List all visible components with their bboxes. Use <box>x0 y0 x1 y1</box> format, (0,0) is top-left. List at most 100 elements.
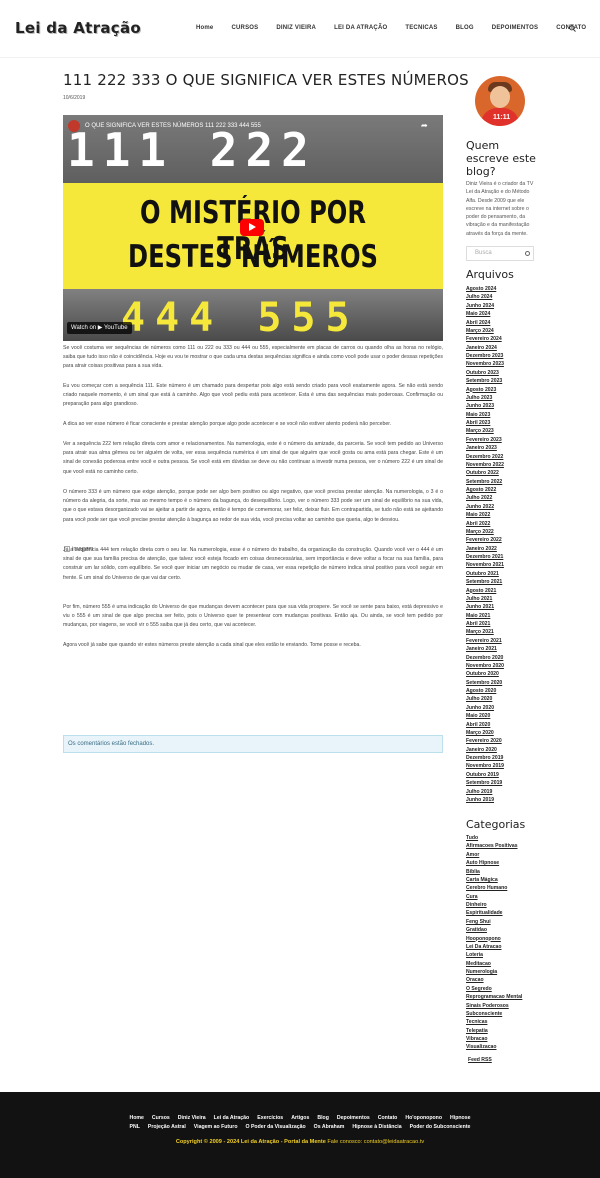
video-title[interactable]: O QUE SIGNIFICA VER ESTES NÚMEROS 111 22… <box>85 123 261 129</box>
archive-link[interactable]: Fevereiro 2021 <box>466 637 546 645</box>
category-link[interactable]: Gratidao <box>466 926 546 934</box>
archive-link[interactable]: Julho 2023 <box>466 394 546 402</box>
watch-on-youtube-button[interactable]: Watch on ▶ YouTube <box>67 322 132 334</box>
archive-link[interactable]: Maio 2024 <box>466 310 546 318</box>
archive-link[interactable]: Agosto 2024 <box>466 285 546 293</box>
archive-link[interactable]: Maio 2021 <box>466 612 546 620</box>
sidebar-search-input[interactable]: Busca <box>466 246 534 261</box>
contact-link[interactable]: Fale conosco: contato@leidaatracao.tv <box>327 1139 424 1145</box>
archive-link[interactable]: Novembro 2023 <box>466 360 546 368</box>
nav-item-0[interactable]: Home <box>196 25 213 31</box>
footer-link[interactable]: Depoimentos <box>337 1115 370 1121</box>
nav-item-1[interactable]: CURSOS <box>231 25 258 31</box>
footer-link[interactable]: Blog <box>317 1115 329 1121</box>
archive-link[interactable]: Julho 2020 <box>466 695 546 703</box>
archive-link[interactable]: Agosto 2020 <box>466 687 546 695</box>
archive-link[interactable]: Novembro 2022 <box>466 461 546 469</box>
archive-link[interactable]: Julho 2021 <box>466 595 546 603</box>
category-link[interactable]: Bíblia <box>466 868 546 876</box>
archive-link[interactable]: Dezembro 2019 <box>466 754 546 762</box>
footer-link[interactable]: Poder do Subconsciente <box>410 1124 471 1130</box>
nav-item-6[interactable]: DEPOIMENTOS <box>492 25 538 31</box>
category-link[interactable]: Cura <box>466 893 546 901</box>
category-link[interactable]: Lei Da Atracao <box>466 943 546 951</box>
nav-item-3[interactable]: LEI DA ATRAÇÃO <box>334 25 387 31</box>
category-link[interactable]: Numerologia <box>466 968 546 976</box>
play-button-icon[interactable] <box>240 219 264 236</box>
archive-link[interactable]: Setembro 2019 <box>466 779 546 787</box>
archive-link[interactable]: Fevereiro 2023 <box>466 436 546 444</box>
footer-link[interactable]: Home <box>130 1115 144 1121</box>
nav-item-2[interactable]: DINIZ VIEIRA <box>276 25 316 31</box>
archive-link[interactable]: Dezembro 2021 <box>466 553 546 561</box>
category-link[interactable]: Subconsciente <box>466 1010 546 1018</box>
site-logo[interactable]: Lei da Atração <box>15 19 141 37</box>
archive-link[interactable]: Julho 2024 <box>466 293 546 301</box>
archive-link[interactable]: Junho 2020 <box>466 704 546 712</box>
archive-link[interactable]: Outubro 2020 <box>466 670 546 678</box>
archive-link[interactable]: Abril 2020 <box>466 721 546 729</box>
archive-link[interactable]: Março 2023 <box>466 427 546 435</box>
youtube-video-embed[interactable]: 111 222 333 O MISTÉRIO POR TRÁS DESTES N… <box>63 115 443 341</box>
archive-link[interactable]: Janeiro 2024 <box>466 344 546 352</box>
footer-link[interactable]: Artigos <box>291 1115 309 1121</box>
archive-link[interactable]: Fevereiro 2024 <box>466 335 546 343</box>
archive-link[interactable]: Abril 2024 <box>466 319 546 327</box>
archive-link[interactable]: Outubro 2023 <box>466 369 546 377</box>
archive-link[interactable]: Junho 2021 <box>466 603 546 611</box>
archive-link[interactable]: Janeiro 2022 <box>466 545 546 553</box>
archive-link[interactable]: Outubro 2019 <box>466 771 546 779</box>
archive-link[interactable]: Julho 2019 <box>466 788 546 796</box>
archive-link[interactable]: Novembro 2020 <box>466 662 546 670</box>
archive-link[interactable]: Maio 2020 <box>466 712 546 720</box>
archive-link[interactable]: Agosto 2023 <box>466 386 546 394</box>
category-link[interactable]: O Segredo <box>466 985 546 993</box>
category-link[interactable]: Afirmacoes Positivas <box>466 842 546 850</box>
category-link[interactable]: Sinais Poderosos <box>466 1002 546 1010</box>
archive-link[interactable]: Março 2021 <box>466 628 546 636</box>
category-link[interactable]: Vibracao <box>466 1035 546 1043</box>
archive-link[interactable]: Março 2022 <box>466 528 546 536</box>
footer-link[interactable]: Hipnose <box>450 1115 470 1121</box>
archive-link[interactable]: Dezembro 2022 <box>466 453 546 461</box>
category-link[interactable]: Hooponopono <box>466 935 546 943</box>
category-link[interactable]: Tecnicas <box>466 1018 546 1026</box>
archive-link[interactable]: Abril 2021 <box>466 620 546 628</box>
category-link[interactable]: Dinheiro <box>466 901 546 909</box>
category-link[interactable]: Oracao <box>466 976 546 984</box>
archive-link[interactable]: Novembro 2021 <box>466 561 546 569</box>
category-link[interactable]: Tudo <box>466 834 546 842</box>
category-link[interactable]: Amor <box>466 851 546 859</box>
feed-rss-link[interactable]: Feed RSS <box>468 1056 548 1064</box>
archive-link[interactable]: Junho 2019 <box>466 796 546 804</box>
archive-link[interactable]: Junho 2022 <box>466 503 546 511</box>
footer-link[interactable]: Os Abraham <box>314 1124 345 1130</box>
archive-link[interactable]: Novembro 2019 <box>466 762 546 770</box>
footer-link[interactable]: Lei da Atração <box>214 1115 250 1121</box>
category-link[interactable]: Carta Mágica <box>466 876 546 884</box>
footer-link[interactable]: Projeção Astral <box>148 1124 186 1130</box>
nav-item-5[interactable]: BLOG <box>456 25 474 31</box>
archive-link[interactable]: Dezembro 2020 <box>466 654 546 662</box>
archive-link[interactable]: Outubro 2022 <box>466 469 546 477</box>
archive-link[interactable]: Julho 2022 <box>466 494 546 502</box>
archive-link[interactable]: Junho 2023 <box>466 402 546 410</box>
archive-link[interactable]: Dezembro 2023 <box>466 352 546 360</box>
category-link[interactable]: Reprogramacao Mental <box>466 993 546 1001</box>
footer-link[interactable]: Cursos <box>152 1115 170 1121</box>
archive-link[interactable]: Março 2020 <box>466 729 546 737</box>
archive-link[interactable]: Agosto 2021 <box>466 587 546 595</box>
archive-link[interactable]: Janeiro 2023 <box>466 444 546 452</box>
archive-link[interactable]: Abril 2023 <box>466 419 546 427</box>
archive-link[interactable]: Setembro 2020 <box>466 679 546 687</box>
footer-link[interactable]: PNL <box>130 1124 140 1130</box>
category-link[interactable]: Cerebro Humano <box>466 884 546 892</box>
category-link[interactable]: Auto Hipnose <box>466 859 546 867</box>
archive-link[interactable]: Janeiro 2021 <box>466 645 546 653</box>
category-link[interactable]: Visualizacao <box>466 1043 546 1051</box>
category-link[interactable]: Telepatia <box>466 1027 546 1035</box>
archive-link[interactable]: Setembro 2023 <box>466 377 546 385</box>
archive-link[interactable]: Fevereiro 2020 <box>466 737 546 745</box>
archive-link[interactable]: Outubro 2021 <box>466 570 546 578</box>
search-icon[interactable] <box>569 25 576 32</box>
